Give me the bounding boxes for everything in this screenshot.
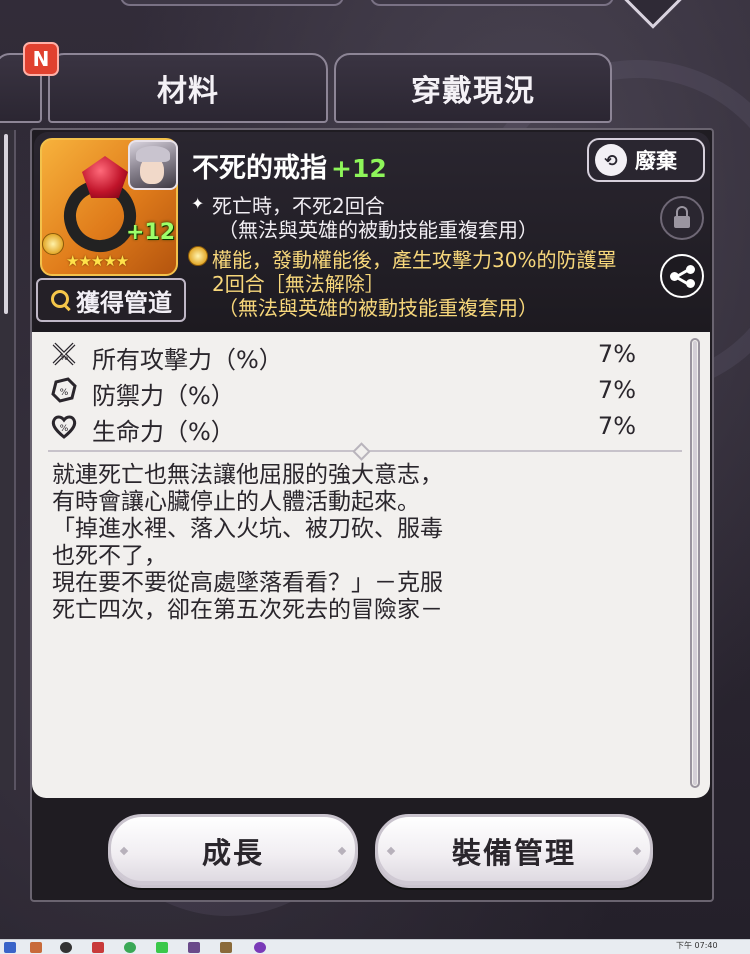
effect-line-gold: （無法與英雄的被動技能重複套用） — [218, 296, 538, 320]
attack-icon: % — [52, 342, 76, 366]
os-taskbar — [0, 939, 750, 954]
grow-button-label: 成長 — [201, 836, 264, 870]
lore-line: 現在要不要從高處墜落看看？」－克服 — [52, 570, 443, 596]
taskbar-app-icon[interactable] — [4, 942, 16, 953]
taskbar-app-icon[interactable] — [254, 942, 266, 953]
left-list-scrollbar[interactable] — [0, 130, 16, 790]
tab-materials-label: 材料 — [157, 74, 219, 109]
item-enhance-level: +12 — [331, 154, 387, 183]
svg-text:%: % — [60, 424, 69, 434]
discard-icon: ⟲ — [595, 144, 627, 176]
lock-icon — [674, 206, 690, 228]
stat-row: % 生命力（%） 7% — [50, 410, 650, 446]
equipment-manage-button-label: 裝備管理 — [451, 836, 576, 870]
search-icon — [50, 289, 72, 311]
acquisition-route-button[interactable]: 獲得管道 — [36, 278, 186, 322]
taskbar-app-icon[interactable] — [220, 942, 232, 953]
discard-button[interactable]: ⟲ 廢棄 — [587, 138, 705, 182]
health-icon: % — [51, 415, 77, 439]
lore-line: 就連死亡也無法讓他屈服的強大意志， — [52, 462, 443, 488]
lock-button[interactable] — [660, 196, 704, 240]
gold-emblem-icon — [42, 233, 64, 255]
discard-label: 廢棄 — [635, 149, 677, 173]
stat-row: % 所有攻擊力（%） 7% — [50, 338, 650, 374]
new-badge: N — [23, 42, 59, 76]
share-button[interactable] — [660, 254, 704, 298]
lore-line: 有時會讓心臟停止的人體活動起來。 — [52, 489, 420, 515]
stat-row: % 防禦力（%） 7% — [50, 374, 650, 410]
item-title: 不死的戒指 +12 — [192, 146, 387, 185]
stat-label: 所有攻擊力（%） — [92, 346, 283, 374]
taskbar-app-icon[interactable] — [60, 942, 72, 953]
svg-text:%: % — [60, 388, 69, 398]
lore-line: 「掉進水裡、落入火坑、被刀砍、服毒 — [52, 516, 443, 542]
item-name: 不死的戒指 — [192, 153, 327, 184]
defense-icon: % — [51, 377, 77, 403]
lore-line: 死亡四次，卻在第五次死去的冒險家－ — [52, 597, 443, 623]
stat-value: 7% — [597, 340, 636, 368]
equipped-hero-avatar[interactable] — [128, 140, 178, 190]
effect-line: （無法與英雄的被動技能重複套用） — [218, 218, 538, 242]
taskbar-app-icon[interactable] — [188, 942, 200, 953]
taskbar-app-icon[interactable] — [92, 942, 104, 953]
top-tab-fragment — [370, 0, 614, 6]
item-icon-enhance-level: +12 — [126, 220, 176, 245]
stat-value: 7% — [597, 376, 636, 404]
stat-label: 防禦力（%） — [92, 382, 235, 410]
tab-equipped-status-label: 穿戴現況 — [411, 74, 535, 109]
acquisition-route-label: 獲得管道 — [76, 288, 172, 317]
stat-label: 生命力（%） — [92, 418, 235, 446]
item-star-rating: ★★★★★ — [66, 252, 129, 270]
share-icon — [662, 256, 702, 296]
taskbar-app-icon[interactable] — [30, 942, 42, 953]
taskbar-clock: 下午 07:40 — [676, 941, 718, 950]
stat-value: 7% — [597, 412, 636, 440]
authority-bullet-icon — [188, 246, 208, 266]
lore-line: 也死不了， — [52, 543, 167, 569]
item-lore-text: 就連死亡也無法讓他屈服的強大意志， 有時會讓心臟停止的人體活動起來。 「掉進水裡… — [52, 462, 662, 624]
taskbar-app-icon[interactable] — [156, 942, 168, 953]
tab-equipped-status[interactable]: 穿戴現況 — [334, 53, 612, 123]
content-scrollbar-thumb[interactable] — [693, 341, 697, 785]
taskbar-app-icon[interactable] — [124, 942, 136, 953]
sparkle-bullet-icon: ✦ — [191, 194, 205, 213]
equipment-manage-button[interactable]: 裝備管理 — [375, 814, 653, 888]
svg-text:%: % — [60, 353, 69, 363]
grow-button[interactable]: 成長 — [108, 814, 358, 888]
tab-materials[interactable]: 材料 — [48, 53, 328, 123]
top-tab-fragment — [120, 0, 344, 6]
